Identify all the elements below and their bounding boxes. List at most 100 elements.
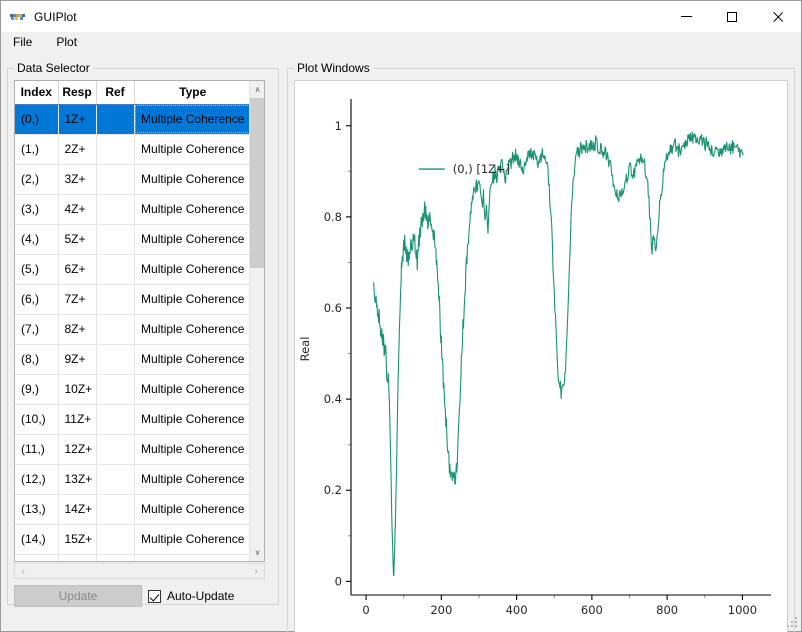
cell-type[interactable]: Multiple Coherence bbox=[134, 314, 251, 344]
cell-index[interactable]: (10,) bbox=[15, 404, 58, 434]
cell-type[interactable]: Multiple Coherence bbox=[134, 164, 251, 194]
cell-resp[interactable]: 9Z+ bbox=[58, 344, 96, 374]
cell-type[interactable]: Multiple Coherence bbox=[134, 524, 251, 554]
cell-index[interactable]: (1,) bbox=[15, 134, 58, 164]
cell-ref[interactable] bbox=[96, 314, 134, 344]
cell-ref[interactable] bbox=[96, 494, 134, 524]
update-button[interactable]: Update bbox=[14, 585, 142, 607]
minimize-button[interactable] bbox=[663, 1, 709, 32]
cell-index[interactable]: (13,) bbox=[15, 494, 58, 524]
cell-resp[interactable]: 10Z+ bbox=[58, 374, 96, 404]
cell-type[interactable]: Multiple Coherence bbox=[134, 194, 251, 224]
cell-ref[interactable] bbox=[96, 284, 134, 314]
cell-index[interactable]: (15,) bbox=[15, 554, 58, 562]
cell-index[interactable]: (6,) bbox=[15, 284, 58, 314]
column-header-resp[interactable]: Resp bbox=[58, 81, 96, 104]
table-row[interactable]: (5,)6Z+ Multiple Coherence bbox=[15, 254, 251, 284]
table-row[interactable]: (7,)8Z+ Multiple Coherence bbox=[15, 314, 251, 344]
cell-index[interactable]: (3,) bbox=[15, 194, 58, 224]
close-button[interactable] bbox=[755, 1, 801, 32]
table-row[interactable]: (9,)10Z+ Multiple Coherence bbox=[15, 374, 251, 404]
cell-index[interactable]: (4,) bbox=[15, 224, 58, 254]
cell-ref[interactable] bbox=[96, 434, 134, 464]
cell-ref[interactable] bbox=[96, 224, 134, 254]
scroll-left-button[interactable]: ‹ bbox=[15, 564, 31, 578]
auto-update-checkbox[interactable] bbox=[148, 590, 161, 603]
menu-item-file[interactable]: File bbox=[9, 34, 36, 50]
cell-index[interactable]: (12,) bbox=[15, 464, 58, 494]
cell-type[interactable]: Multiple Coherence bbox=[134, 434, 251, 464]
cell-resp[interactable]: 3Z+ bbox=[58, 164, 96, 194]
cell-index[interactable]: (8,) bbox=[15, 344, 58, 374]
column-header-type[interactable]: Type bbox=[134, 81, 251, 104]
menu-item-plot[interactable]: Plot bbox=[52, 34, 81, 50]
table-row[interactable]: (1,)2Z+Multiple Coherence bbox=[15, 134, 251, 164]
cell-type[interactable]: Multiple Coherence bbox=[134, 374, 251, 404]
table-row[interactable]: (10,)11Z+ Multiple Coherence bbox=[15, 404, 251, 434]
maximize-button[interactable] bbox=[709, 1, 755, 32]
cell-resp[interactable]: 11Z+ bbox=[58, 404, 96, 434]
cell-resp[interactable]: 14Z+ bbox=[58, 494, 96, 524]
cell-ref[interactable] bbox=[96, 194, 134, 224]
scroll-right-button[interactable]: › bbox=[248, 564, 264, 578]
table-row[interactable]: (2,)3Z+ Multiple Coherence bbox=[15, 164, 251, 194]
table-row[interactable]: (13,)14Z+ Multiple Coherence bbox=[15, 494, 251, 524]
cell-type[interactable]: Multiple Coherence bbox=[134, 494, 251, 524]
table-row[interactable]: (3,)4Z+ Multiple Coherence bbox=[15, 194, 251, 224]
cell-ref[interactable] bbox=[96, 104, 134, 134]
column-header-ref[interactable]: Ref bbox=[96, 81, 134, 104]
cell-resp[interactable]: 16Z+ bbox=[58, 554, 96, 562]
cell-resp[interactable]: 8Z+ bbox=[58, 314, 96, 344]
column-header-index[interactable]: Index bbox=[15, 81, 58, 104]
cell-resp[interactable]: 12Z+ bbox=[58, 434, 96, 464]
table-row[interactable]: (11,)12Z+ Multiple Coherence bbox=[15, 434, 251, 464]
scroll-up-button[interactable]: ∧ bbox=[250, 81, 265, 98]
cell-index[interactable]: (5,) bbox=[15, 254, 58, 284]
cell-type[interactable]: Multiple Coherence bbox=[134, 284, 251, 314]
cell-index[interactable]: (0,) bbox=[15, 104, 58, 134]
auto-update-control[interactable]: Auto-Update bbox=[148, 585, 234, 607]
cell-resp[interactable]: 15Z+ bbox=[58, 524, 96, 554]
cell-ref[interactable] bbox=[96, 404, 134, 434]
cell-resp[interactable]: 6Z+ bbox=[58, 254, 96, 284]
cell-type[interactable]: Multiple Coherence bbox=[134, 344, 251, 374]
cell-ref[interactable] bbox=[96, 254, 134, 284]
cell-resp[interactable]: 7Z+ bbox=[58, 284, 96, 314]
cell-type[interactable]: Multiple Coherence bbox=[134, 224, 251, 254]
cell-type[interactable]: Multiple Coherence bbox=[134, 404, 251, 434]
table-vertical-scrollbar[interactable]: ∧ ∨ bbox=[249, 81, 264, 561]
cell-ref[interactable] bbox=[96, 374, 134, 404]
plot-canvas[interactable]: 00.20.40.60.8102004006008001000 Real (0,… bbox=[294, 80, 788, 632]
cell-index[interactable]: (7,) bbox=[15, 314, 58, 344]
cell-type[interactable]: Multiple Coherence bbox=[134, 134, 251, 164]
cell-index[interactable]: (11,) bbox=[15, 434, 58, 464]
table-horizontal-scrollbar[interactable]: ‹ › bbox=[14, 563, 265, 579]
cell-type[interactable]: Multiple Coherence bbox=[134, 254, 251, 284]
cell-resp[interactable]: 4Z+ bbox=[58, 194, 96, 224]
scroll-down-button[interactable]: ∨ bbox=[250, 544, 265, 561]
table-row[interactable]: (4,)5Z+ Multiple Coherence bbox=[15, 224, 251, 254]
cell-type[interactable]: Multiple Coherence bbox=[134, 104, 251, 134]
table-row[interactable]: (14,)15Z+Multiple Coherence bbox=[15, 524, 251, 554]
table-row[interactable]: (0,)1Z+ Multiple Coherence bbox=[15, 104, 251, 134]
table-row[interactable]: (8,)9Z+ Multiple Coherence bbox=[15, 344, 251, 374]
cell-resp[interactable]: 1Z+ bbox=[58, 104, 96, 134]
table-row[interactable]: (12,)13Z+ Multiple Coherence bbox=[15, 464, 251, 494]
cell-ref[interactable] bbox=[96, 554, 134, 562]
data-table-container[interactable]: Index Resp Ref Type (0,)1Z+ Multiple Cohe… bbox=[14, 80, 265, 562]
cell-ref[interactable] bbox=[96, 524, 134, 554]
cell-resp[interactable]: 5Z+ bbox=[58, 224, 96, 254]
cell-ref[interactable] bbox=[96, 134, 134, 164]
cell-type[interactable]: Multiple Coherence bbox=[134, 464, 251, 494]
cell-ref[interactable] bbox=[96, 464, 134, 494]
cell-resp[interactable]: 13Z+ bbox=[58, 464, 96, 494]
table-row[interactable]: (6,)7Z+ Multiple Coherence bbox=[15, 284, 251, 314]
scrollbar-thumb[interactable] bbox=[250, 98, 265, 268]
cell-ref[interactable] bbox=[96, 164, 134, 194]
cell-index[interactable]: (2,) bbox=[15, 164, 58, 194]
table-row[interactable]: (15,)16Z+ Multiple Coherence bbox=[15, 554, 251, 562]
cell-ref[interactable] bbox=[96, 344, 134, 374]
resize-grip[interactable] bbox=[786, 616, 799, 629]
cell-type[interactable]: Multiple Coherence bbox=[134, 554, 251, 562]
cell-index[interactable]: (9,) bbox=[15, 374, 58, 404]
